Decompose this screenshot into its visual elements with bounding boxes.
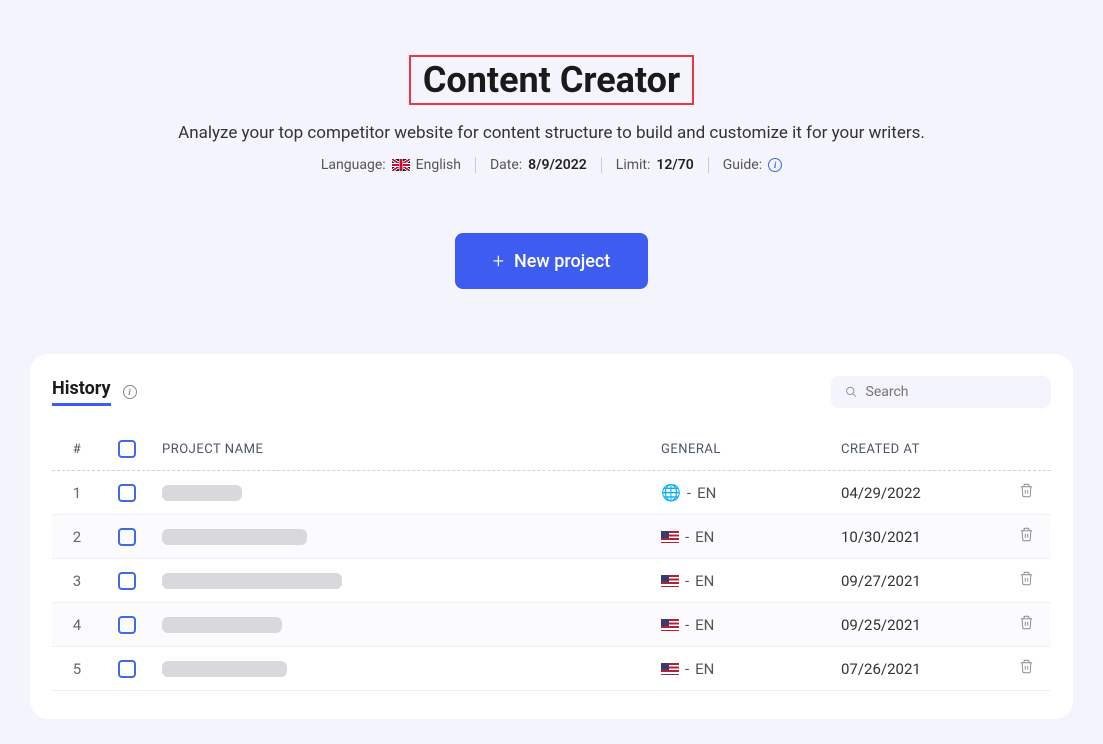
general-cell: - EN (661, 660, 841, 678)
row-checkbox[interactable] (118, 616, 136, 634)
new-project-button[interactable]: + New project (455, 233, 649, 289)
us-flag-icon (661, 531, 679, 543)
lang-code: EN (695, 528, 714, 546)
delete-button[interactable] (1001, 483, 1051, 502)
project-name-redacted (162, 485, 242, 501)
select-all-checkbox[interactable] (118, 440, 136, 458)
globe-icon: 🌐 (661, 483, 681, 502)
table-header: # PROJECT NAME GENERAL CREATED AT (52, 428, 1051, 471)
page-title: Content Creator (409, 55, 694, 105)
meta-limit: Limit: 12/70 (602, 157, 709, 173)
row-checkbox[interactable] (118, 484, 136, 502)
meta-language-label: Language: (321, 157, 386, 173)
page-subtitle: Analyze your top competitor website for … (0, 123, 1103, 143)
info-icon[interactable]: i (768, 158, 782, 172)
row-number: 2 (52, 528, 102, 546)
general-cell: - EN (661, 528, 841, 546)
table-row[interactable]: 2 - EN10/30/2021 (52, 515, 1051, 559)
lang-code: EN (695, 616, 714, 634)
info-icon[interactable]: i (123, 385, 137, 399)
plus-icon: + (493, 249, 504, 273)
us-flag-icon (661, 575, 679, 587)
col-name: PROJECT NAME (152, 442, 661, 457)
delete-button[interactable] (1001, 659, 1051, 678)
created-date: 07/26/2021 (841, 660, 1001, 678)
meta-date-value: 8/9/2022 (528, 157, 587, 173)
lang-sep: - (685, 572, 689, 590)
created-date: 04/29/2022 (841, 484, 1001, 502)
search-box[interactable] (831, 376, 1051, 408)
row-checkbox[interactable] (118, 528, 136, 546)
project-name-redacted (162, 617, 282, 633)
row-number: 5 (52, 660, 102, 678)
row-number: 3 (52, 572, 102, 590)
lang-sep: - (687, 484, 691, 502)
row-checkbox[interactable] (118, 660, 136, 678)
lang-sep: - (685, 528, 689, 546)
lang-sep: - (685, 616, 689, 634)
project-name-redacted (162, 661, 287, 677)
project-name-redacted (162, 529, 307, 545)
general-cell: - EN (661, 572, 841, 590)
meta-guide[interactable]: Guide: i (709, 157, 796, 173)
table-row[interactable]: 5 - EN07/26/2021 (52, 647, 1051, 691)
us-flag-icon (661, 663, 679, 675)
history-title: History (52, 378, 111, 406)
meta-language-value: English (416, 157, 461, 173)
table-row[interactable]: 4 - EN09/25/2021 (52, 603, 1051, 647)
col-general: GENERAL (661, 442, 841, 457)
meta-date-label: Date: (490, 157, 522, 173)
search-input[interactable] (866, 384, 1038, 400)
lang-code: EN (695, 572, 714, 590)
new-project-label: New project (514, 251, 610, 272)
uk-flag-icon (392, 159, 410, 171)
row-number: 4 (52, 616, 102, 634)
search-icon (845, 385, 858, 399)
delete-button[interactable] (1001, 527, 1051, 546)
lang-code: EN (697, 484, 716, 502)
meta-guide-label: Guide: (723, 157, 762, 173)
meta-language: Language: English (307, 157, 476, 173)
table-row[interactable]: 3 - EN09/27/2021 (52, 559, 1051, 603)
created-date: 10/30/2021 (841, 528, 1001, 546)
created-date: 09/27/2021 (841, 572, 1001, 590)
col-num: # (52, 442, 102, 457)
us-flag-icon (661, 619, 679, 631)
lang-sep: - (685, 660, 689, 678)
history-table: # PROJECT NAME GENERAL CREATED AT 1 🌐 - E… (52, 428, 1051, 691)
created-date: 09/25/2021 (841, 616, 1001, 634)
delete-button[interactable] (1001, 615, 1051, 634)
project-name-redacted (162, 573, 342, 589)
row-checkbox[interactable] (118, 572, 136, 590)
meta-bar: Language: English Date: 8/9/2022 Limit: … (0, 157, 1103, 173)
history-card: History i # PROJECT NAME GENERAL CREATED… (30, 354, 1073, 719)
general-cell: 🌐 - EN (661, 483, 841, 502)
delete-button[interactable] (1001, 571, 1051, 590)
meta-limit-label: Limit: (616, 157, 651, 173)
general-cell: - EN (661, 616, 841, 634)
table-row[interactable]: 1🌐 - EN04/29/2022 (52, 471, 1051, 515)
meta-limit-value: 12/70 (656, 157, 693, 173)
row-number: 1 (52, 484, 102, 502)
meta-date: Date: 8/9/2022 (476, 157, 602, 173)
lang-code: EN (695, 660, 714, 678)
col-created: CREATED AT (841, 442, 1001, 457)
